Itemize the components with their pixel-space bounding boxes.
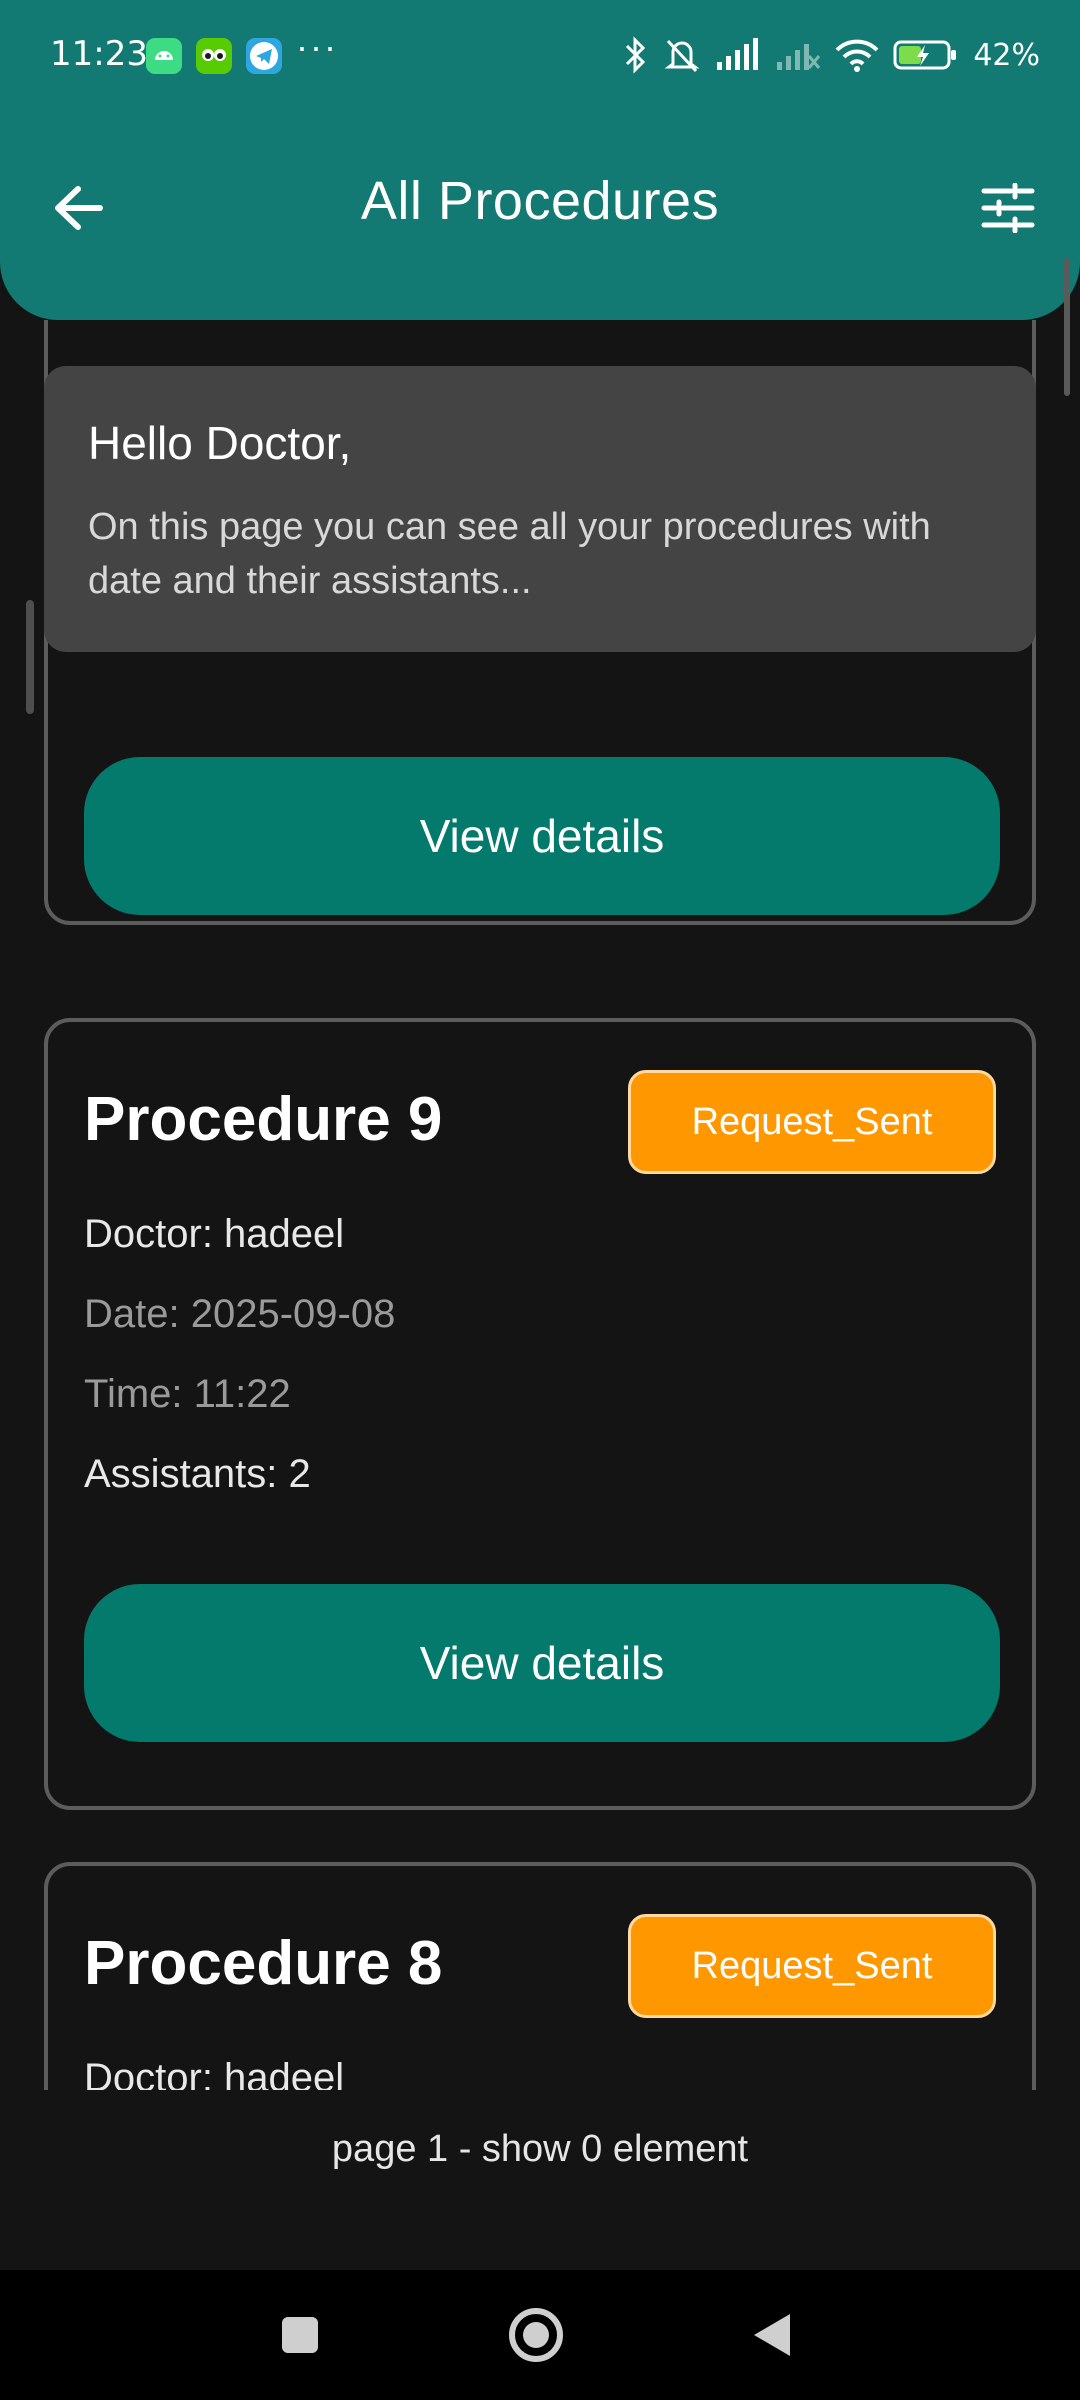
procedure-title: Procedure 8 <box>84 1929 443 1998</box>
signal-off-icon <box>777 44 821 70</box>
greeting-text: On this page you can see all your proced… <box>88 506 931 602</box>
view-details-button[interactable]: View details <box>84 1584 1000 1742</box>
page-title: All Procedures <box>360 171 720 231</box>
wifi-icon <box>835 39 879 72</box>
procedure-date: Date: 2025-09-08 <box>84 1292 396 1336</box>
battery-charging-icon <box>893 40 957 70</box>
procedure-time: Time: 11:22 <box>84 1372 291 1416</box>
back-icon <box>754 2314 790 2356</box>
status-time: 11:23 <box>50 34 148 74</box>
filter-button[interactable] <box>976 176 1040 240</box>
recents-button[interactable] <box>240 2270 360 2400</box>
app-bar: 11:23 ··· 42% All Procedures <box>0 0 1080 320</box>
pagination-text: page 1 - show 0 element <box>331 2128 749 2170</box>
procedure-card: Procedure 9 Request_Sent Doctor: hadeel … <box>44 1018 1036 1810</box>
view-details-button[interactable]: View details <box>84 757 1000 915</box>
status-icons: 42% <box>621 30 1040 80</box>
bluetooth-icon <box>626 36 646 74</box>
nav-back-button[interactable] <box>712 2270 832 2400</box>
recents-icon <box>282 2317 318 2353</box>
duolingo-icon <box>196 38 232 74</box>
procedure-doctor: Doctor: hadeel <box>84 2056 345 2090</box>
greeting-heading: Hello Doctor, <box>88 417 352 469</box>
battery-level: 42% <box>973 37 1040 73</box>
android-icon <box>146 38 182 74</box>
telegram-icon <box>246 38 282 74</box>
home-icon <box>509 2308 563 2362</box>
procedure-doctor: Doctor: hadeel <box>84 1212 345 1256</box>
status-badge: Request_Sent <box>628 1914 996 2018</box>
status-badge: Request_Sent <box>628 1070 996 1174</box>
home-button[interactable] <box>476 2270 596 2400</box>
signal-icon <box>717 38 759 70</box>
mute-icon <box>664 39 700 73</box>
procedure-assistants: Assistants: 2 <box>84 1452 311 1496</box>
procedure-title: Procedure 9 <box>84 1085 443 1154</box>
more-icon: ··· <box>296 26 338 67</box>
tune-icon <box>981 183 1035 233</box>
procedure-card: Procedure 8 Request_Sent Doctor: hadeel <box>44 1862 1036 2090</box>
status-bar: 11:23 ··· 42% <box>0 0 1080 110</box>
system-nav-bar <box>0 2270 1080 2400</box>
greeting-banner: Hello Doctor, On this page you can see a… <box>44 366 1036 652</box>
